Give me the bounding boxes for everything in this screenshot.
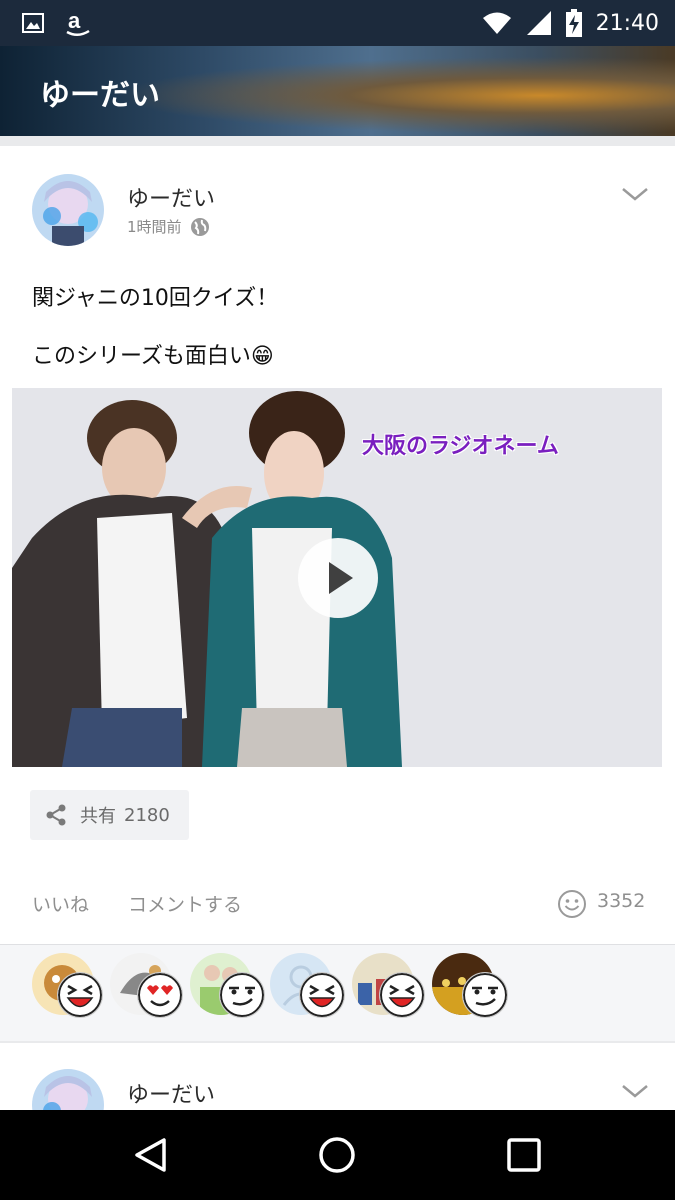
video-caption: 大阪のラジオネーム [362,434,559,459]
author-avatar[interactable] [32,174,104,246]
amazon-icon: a [66,8,90,36]
author-name[interactable]: ゆーだい [127,1077,215,1109]
status-time: 21:40 [595,10,659,36]
share-label: 共有 [80,806,116,827]
author-name[interactable]: ゆーだい [127,181,215,213]
laughing-emoji-icon [58,973,102,1017]
like-button[interactable]: いいね [32,890,89,917]
smiley-icon[interactable] [557,889,587,919]
heart-eyes-emoji-icon [138,973,182,1017]
signal-icon [526,11,551,35]
post-text-line-2: このシリーズも面白い😁 [32,344,274,369]
page-title: ゆーだい [40,78,160,113]
post-text-line-1: 関ジャニの10回クイズ！ [32,286,279,311]
reaction-count[interactable]: 3352 [597,890,645,912]
recents-icon[interactable] [507,1138,541,1172]
laughing-emoji-icon [380,973,424,1017]
status-bar: a 21:40 [0,0,675,46]
wifi-icon [482,12,511,34]
share-button[interactable]: 共有 2180 [30,790,189,840]
app-header: ゆーだい [0,46,675,136]
laughing-emoji-icon [300,973,344,1017]
smirk-emoji-icon [463,973,507,1017]
system-nav-bar [0,1110,675,1200]
chevron-down-icon[interactable] [621,1081,649,1101]
reactors-strip[interactable] [0,945,675,1041]
comment-button[interactable]: コメントする [128,890,242,917]
post-card: ゆーだい 1時間前 関ジャニの10回クイズ！ このシリーズも面白い😁 大阪のラジ… [0,146,675,945]
video-player[interactable]: 大阪のラジオネーム [12,388,662,767]
image-icon [22,13,44,33]
chevron-down-icon[interactable] [621,184,649,204]
share-count: 2180 [124,804,170,826]
back-icon[interactable] [134,1137,168,1173]
battery-charging-icon [565,9,582,37]
svg-text:a: a [68,8,81,33]
globe-icon [190,217,209,236]
share-icon [46,804,66,826]
smirk-emoji-icon [220,973,264,1017]
play-button[interactable] [298,538,378,618]
post-meta: 1時間前 [127,216,210,237]
post-timestamp: 1時間前 [127,218,182,236]
home-icon[interactable] [318,1136,356,1174]
